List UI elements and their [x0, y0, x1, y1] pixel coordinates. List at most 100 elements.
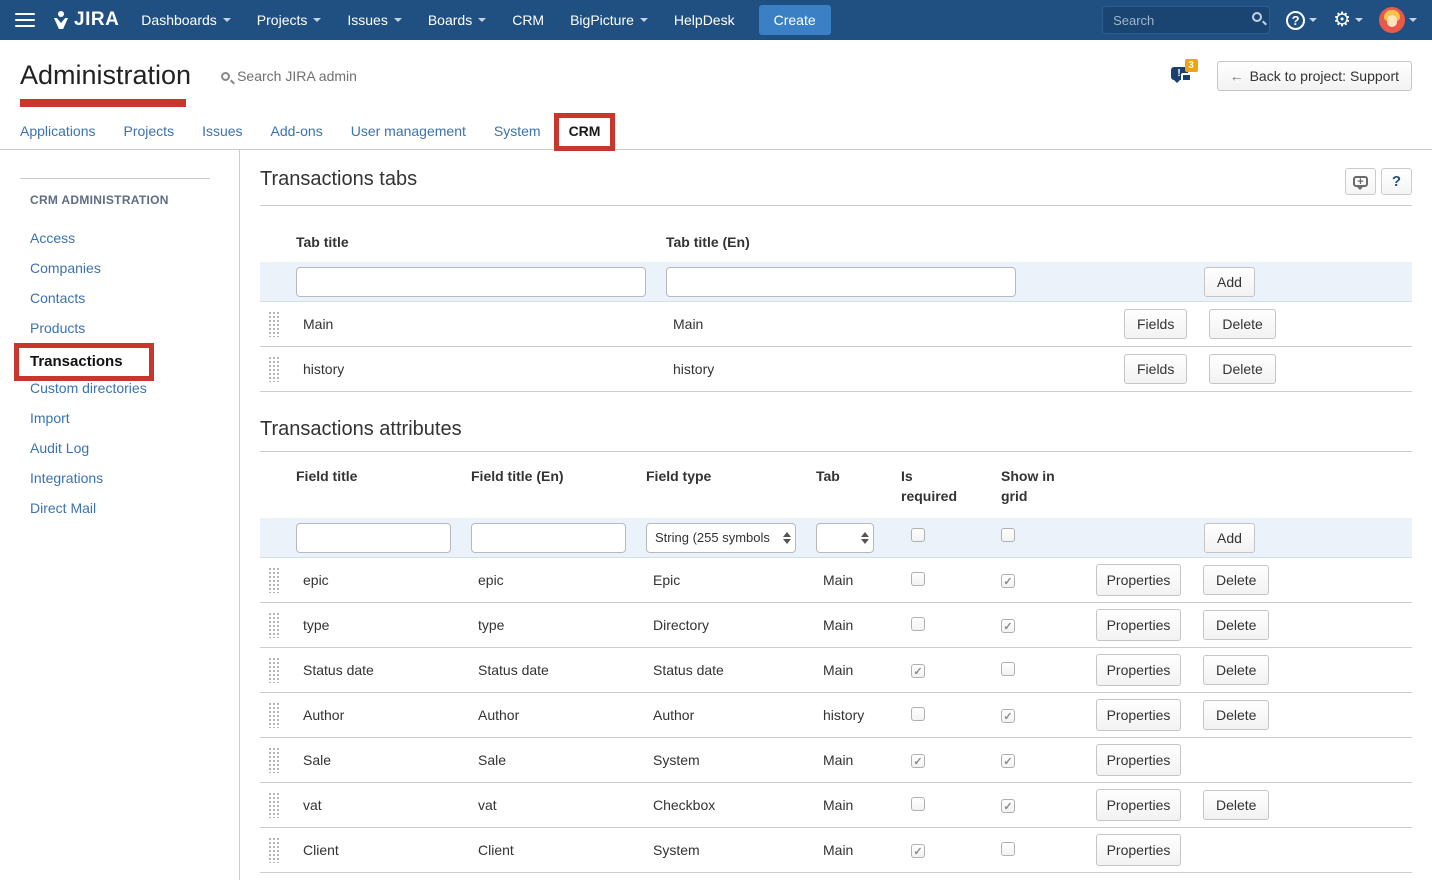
sidebar-item-companies[interactable]: Companies: [30, 253, 239, 283]
help-menu[interactable]: ?: [1286, 11, 1317, 30]
feedback-button[interactable]: +: [1345, 168, 1376, 195]
feedback-notification-icon[interactable]: ! 3: [1171, 63, 1201, 89]
show-in-grid-checkbox[interactable]: [1001, 528, 1015, 542]
search-icon: [221, 72, 230, 81]
nav-projects[interactable]: Projects: [257, 12, 322, 28]
tab-user-management[interactable]: User management: [351, 123, 466, 139]
drag-handle-icon[interactable]: [268, 311, 279, 337]
properties-button[interactable]: Properties: [1096, 789, 1181, 821]
add-tab-button[interactable]: Add: [1204, 267, 1255, 297]
tab-add-ons[interactable]: Add-ons: [271, 123, 323, 139]
field-title-en-input[interactable]: [471, 523, 626, 553]
fields-button[interactable]: Fields: [1124, 354, 1187, 384]
tab-crm[interactable]: CRM: [569, 123, 601, 139]
tab-issues[interactable]: Issues: [202, 123, 242, 139]
column-header-field-title-en: Field title (En): [471, 466, 646, 486]
delete-button[interactable]: Delete: [1203, 565, 1269, 595]
delete-button[interactable]: Delete: [1203, 790, 1269, 820]
select-stepper-icon: [856, 532, 869, 544]
add-attribute-button[interactable]: Add: [1204, 523, 1255, 553]
nav-bigpicture[interactable]: BigPicture: [570, 12, 648, 28]
show-in-grid-checkbox[interactable]: [1001, 754, 1015, 768]
drag-handle-icon[interactable]: [268, 747, 279, 773]
nav-helpdesk[interactable]: HelpDesk: [674, 12, 735, 28]
properties-button[interactable]: Properties: [1096, 654, 1181, 686]
back-to-project-button[interactable]: ← Back to project: Support: [1217, 61, 1412, 91]
is-required-checkbox[interactable]: [911, 617, 925, 631]
field-title-en-cell: type: [471, 617, 646, 633]
is-required-checkbox[interactable]: [911, 707, 925, 721]
hamburger-menu-icon[interactable]: [15, 13, 35, 27]
create-button[interactable]: Create: [759, 5, 831, 35]
show-in-grid-checkbox[interactable]: [1001, 842, 1015, 856]
sidebar-item-integrations[interactable]: Integrations: [30, 463, 239, 493]
drag-handle-icon[interactable]: [268, 612, 279, 638]
drag-handle-icon[interactable]: [268, 356, 279, 382]
help-button[interactable]: ?: [1381, 168, 1412, 195]
delete-button[interactable]: Delete: [1203, 700, 1269, 730]
top-navbar: JIRA Dashboards Projects Issues Boards C…: [0, 0, 1432, 40]
fields-button[interactable]: Fields: [1124, 309, 1187, 339]
is-required-checkbox[interactable]: [911, 572, 925, 586]
nav-boards[interactable]: Boards: [428, 12, 486, 28]
properties-button[interactable]: Properties: [1096, 699, 1181, 731]
nav-dashboards[interactable]: Dashboards: [141, 12, 231, 28]
is-required-checkbox[interactable]: [911, 754, 925, 768]
field-type-select[interactable]: String (255 symbols: [646, 523, 796, 553]
delete-button[interactable]: Delete: [1203, 610, 1269, 640]
drag-handle-icon[interactable]: [268, 567, 279, 593]
admin-settings-menu[interactable]: ⚙: [1333, 10, 1363, 30]
properties-button[interactable]: Properties: [1096, 564, 1181, 596]
tab-title-input[interactable]: [296, 267, 646, 297]
properties-button[interactable]: Properties: [1096, 744, 1181, 776]
sidebar-item-import[interactable]: Import: [30, 403, 239, 433]
tab-system[interactable]: System: [494, 123, 541, 139]
search-icon[interactable]: [1252, 12, 1262, 22]
admin-search-input[interactable]: [237, 68, 417, 84]
properties-button[interactable]: Properties: [1096, 609, 1181, 641]
sidebar-item-direct-mail[interactable]: Direct Mail: [30, 493, 239, 523]
admin-header: Administration ! 3 ← Back to project: Su…: [0, 40, 1432, 112]
field-title-cell: Author: [296, 707, 471, 723]
section-title-transactions-attributes: Transactions attributes: [260, 418, 462, 441]
nav-crm[interactable]: CRM: [512, 12, 544, 28]
jira-logo[interactable]: JIRA: [53, 9, 119, 31]
show-in-grid-checkbox[interactable]: [1001, 662, 1015, 676]
delete-button[interactable]: Delete: [1209, 309, 1275, 339]
chevron-down-icon: [1409, 18, 1417, 22]
table-row-tab-history: history history Fields Delete: [260, 347, 1412, 392]
column-header-tab-title: Tab title: [296, 234, 666, 250]
tab-select[interactable]: [816, 523, 874, 553]
is-required-checkbox[interactable]: [911, 797, 925, 811]
annotation-red-underline: [20, 99, 186, 107]
sidebar-item-contacts[interactable]: Contacts: [30, 283, 239, 313]
show-in-grid-checkbox[interactable]: [1001, 709, 1015, 723]
show-in-grid-checkbox[interactable]: [1001, 619, 1015, 633]
global-search-input[interactable]: [1102, 6, 1270, 34]
drag-handle-icon[interactable]: [268, 837, 279, 863]
delete-button[interactable]: Delete: [1209, 354, 1275, 384]
tab-projects[interactable]: Projects: [124, 123, 175, 139]
show-in-grid-checkbox[interactable]: [1001, 574, 1015, 588]
tab-applications[interactable]: Applications: [20, 123, 96, 139]
sidebar-item-products[interactable]: Products: [30, 313, 239, 343]
sidebar-item-transactions[interactable]: Transactions: [30, 343, 239, 373]
tab-title-en-input[interactable]: [666, 267, 1016, 297]
drag-handle-icon[interactable]: [268, 792, 279, 818]
sidebar-item-audit-log[interactable]: Audit Log: [30, 433, 239, 463]
nav-issues[interactable]: Issues: [347, 12, 401, 28]
drag-handle-icon[interactable]: [268, 702, 279, 728]
field-title-input[interactable]: [296, 523, 451, 553]
tab-cell: Main: [816, 617, 901, 633]
sidebar-heading: CRM ADMINISTRATION: [30, 193, 239, 207]
user-menu[interactable]: [1379, 7, 1417, 33]
properties-button[interactable]: Properties: [1096, 834, 1181, 866]
show-in-grid-checkbox[interactable]: [1001, 799, 1015, 813]
delete-button[interactable]: Delete: [1203, 655, 1269, 685]
sidebar-item-access[interactable]: Access: [30, 223, 239, 253]
drag-handle-icon[interactable]: [268, 657, 279, 683]
is-required-checkbox[interactable]: [911, 844, 925, 858]
is-required-checkbox[interactable]: [911, 528, 925, 542]
chevron-down-icon: [394, 18, 402, 22]
is-required-checkbox[interactable]: [911, 664, 925, 678]
